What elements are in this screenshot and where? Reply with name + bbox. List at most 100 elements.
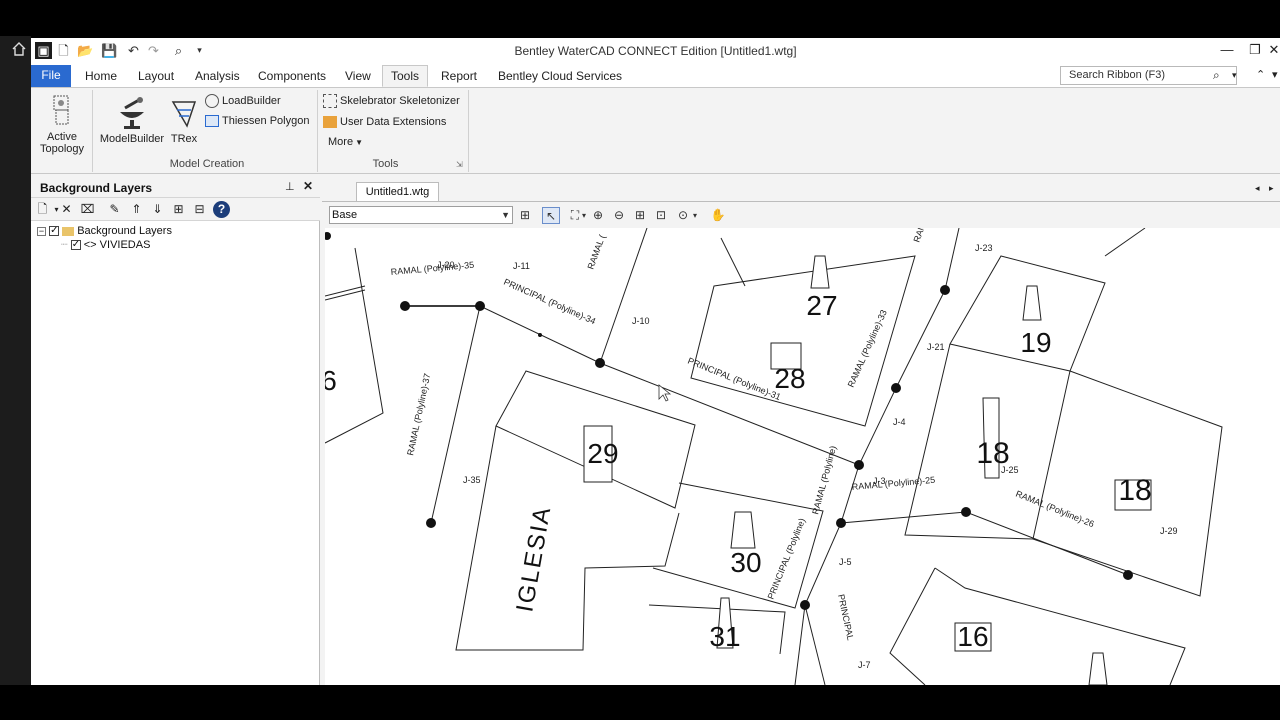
tab-bentley-cloud-services[interactable]: Bentley Cloud Services	[490, 66, 630, 88]
pipe-label: RAMAL (Polyline)-26	[1014, 489, 1095, 530]
zoom-out-icon[interactable]: ⊖	[610, 207, 628, 224]
zoom-more-dropdown-icon[interactable]: ▾	[690, 207, 700, 224]
tab-view[interactable]: View	[337, 66, 379, 88]
pin-icon[interactable]: ⊥	[285, 180, 295, 193]
scenario-select[interactable]: Base ▼	[329, 206, 513, 224]
tree-root-label: Background Layers	[77, 225, 172, 237]
zoom-dropdown-icon[interactable]: ▾	[579, 207, 589, 224]
junction-node[interactable]	[940, 285, 950, 295]
more-dropdown[interactable]: More ▼	[328, 134, 363, 150]
document-tab[interactable]: Untitled1.wtg	[356, 182, 439, 201]
tree-root[interactable]: − Background Layers	[37, 224, 172, 238]
lot-outline	[889, 567, 936, 685]
vertex-marker	[538, 333, 542, 337]
user-data-extensions-button[interactable]: User Data Extensions	[323, 114, 446, 130]
lot-number: 16	[957, 621, 988, 652]
junction-node[interactable]	[595, 358, 605, 368]
zoom-in-icon[interactable]: ⊕	[589, 207, 607, 224]
tab-components[interactable]: Components	[250, 66, 334, 88]
collapse-all-icon[interactable]: ⊟	[191, 201, 208, 218]
tab-layout[interactable]: Layout	[130, 66, 182, 88]
lot-number: 30	[730, 547, 761, 578]
restore-button[interactable]: ❐	[1243, 40, 1267, 60]
drawing-document: Untitled1.wtg ◂ ▸ Base ▼ ⊞ ↖ ⛶ ▾ ⊕ ⊖ ⊞ ⊡…	[322, 176, 1280, 685]
pipe-label: RAMAL (Polyline)	[810, 445, 838, 516]
pipe-west[interactable]	[325, 285, 366, 301]
scroll-left-icon[interactable]: ◂	[1255, 183, 1260, 194]
junction-node[interactable]	[854, 460, 864, 470]
junction-node[interactable]	[891, 383, 901, 393]
drawing-canvas[interactable]: 27 28 29 19 18 18 30 31 16 6 IGLESIA J-2…	[325, 228, 1280, 685]
house-symbol	[1022, 285, 1042, 321]
junction-node[interactable]	[325, 232, 331, 240]
junction-node[interactable]	[961, 507, 971, 517]
background-layers-panel: Background Layers ⊥ ✕ 🗋 ▾ ✕ ⌧ ✎ ⇑ ⇓ ⊞ ⊟ …	[31, 176, 320, 685]
network-drawing[interactable]: 27 28 29 19 18 18 30 31 16 6 IGLESIA J-2…	[325, 228, 1280, 685]
home-icon[interactable]	[11, 41, 27, 57]
scroll-right-icon[interactable]: ▸	[1269, 183, 1274, 194]
pipe-principal-south[interactable]	[804, 604, 826, 685]
thiessen-polygon-button[interactable]: Thiessen Polygon	[205, 113, 309, 129]
child-checkbox[interactable]	[70, 238, 81, 252]
expand-all-icon[interactable]: ⊞	[170, 201, 187, 218]
lot-outline	[455, 425, 680, 651]
move-down-icon[interactable]: ⇓	[149, 201, 166, 218]
pan-hand-icon[interactable]: ✋	[709, 207, 727, 224]
help-dropdown-icon[interactable]: ▾	[1272, 68, 1278, 81]
search-ribbon-input[interactable]: Search Ribbon (F3)	[1060, 66, 1237, 85]
collapse-node-icon[interactable]: −	[37, 226, 46, 236]
tab-report[interactable]: Report	[433, 66, 485, 88]
move-up-icon[interactable]: ⇑	[128, 201, 145, 218]
junction-label: J-25	[1001, 465, 1019, 475]
house-symbol	[730, 511, 756, 549]
tab-home[interactable]: Home	[77, 66, 125, 88]
zoom-previous-icon[interactable]: ⊡	[652, 207, 670, 224]
dialog-launcher-icon[interactable]: ⇲	[456, 160, 463, 169]
skelebrator-button[interactable]: Skelebrator Skeletonizer	[323, 93, 460, 109]
collapse-ribbon-icon[interactable]: ⌃	[1256, 68, 1265, 81]
tab-file[interactable]: File	[31, 65, 71, 87]
rename-icon[interactable]: ⌧	[79, 201, 96, 218]
junction-node[interactable]	[426, 518, 436, 528]
junction-node[interactable]	[1123, 570, 1133, 580]
tab-analysis[interactable]: Analysis	[187, 66, 248, 88]
trex-button[interactable]: TRex	[169, 96, 199, 145]
desktop-side-strip	[0, 36, 31, 686]
scenario-manager-icon[interactable]: ⊞	[516, 207, 534, 224]
pipe-j10-north[interactable]	[599, 228, 648, 364]
tab-tools[interactable]: Tools	[382, 65, 429, 87]
minimize-button[interactable]: —	[1215, 40, 1239, 60]
group-label-tools: Tools	[372, 158, 399, 170]
active-topology-button[interactable]: Active Topology	[37, 94, 87, 155]
close-button[interactable]: ✕	[1267, 40, 1280, 60]
loadbuilder-button[interactable]: LoadBuilder	[205, 93, 281, 109]
tree-child[interactable]: ┈ <> VIVIEDAS	[61, 238, 150, 252]
edit-icon[interactable]: ✎	[106, 201, 123, 218]
pipe-label: RAMAL (	[585, 233, 607, 270]
pipe-label: RAMAL (Polyline)-35	[390, 260, 474, 277]
group-label-model-creation: Model Creation	[169, 158, 245, 170]
junction-node[interactable]	[800, 600, 810, 610]
thiessen-polygon-label: Thiessen Polygon	[222, 115, 310, 127]
junction-node[interactable]	[400, 301, 410, 311]
root-checkbox[interactable]	[49, 224, 60, 238]
chevron-down-icon: ▼	[501, 210, 510, 220]
lot-outline	[325, 247, 384, 444]
help-icon[interactable]: ?	[213, 201, 230, 218]
junction-node[interactable]	[836, 518, 846, 528]
close-panel-icon[interactable]: ✕	[303, 179, 313, 193]
ribbon-panel: Active Topology ModelBuilder TRex LoadBu…	[31, 88, 1280, 174]
search-icon[interactable]: ⌕	[1213, 68, 1220, 83]
modelbuilder-label: ModelBuilder	[99, 133, 165, 145]
pipe-label: PRINCIPAL	[836, 593, 856, 641]
select-pointer-icon[interactable]: ↖	[542, 207, 560, 224]
pipe-north[interactable]	[944, 228, 960, 291]
zoom-window-icon[interactable]: ⊞	[631, 207, 649, 224]
search-dropdown-icon[interactable]: ▾	[1232, 70, 1237, 81]
pipe-ramal-37[interactable]	[430, 305, 481, 524]
lot-number: 19	[1020, 327, 1051, 358]
lot-number: 18	[1118, 474, 1151, 507]
modelbuilder-button[interactable]: ModelBuilder	[97, 96, 167, 145]
junction-node[interactable]	[475, 301, 485, 311]
delete-icon[interactable]: ✕	[58, 201, 75, 218]
